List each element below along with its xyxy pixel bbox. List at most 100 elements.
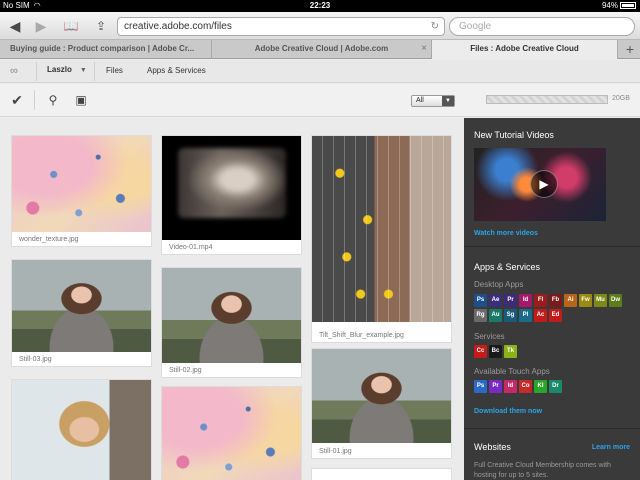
app-icon-ed[interactable]: Ed [549, 309, 562, 322]
websites-title: Websites [474, 442, 511, 452]
file-name: Still-03.jpg [19, 356, 52, 363]
app-icon-kl[interactable]: Kl [534, 380, 547, 393]
websites-description: Full Creative Cloud Membership comes wit… [474, 462, 611, 479]
tutorials-title: New Tutorial Videos [474, 130, 554, 140]
file-thumbnail [312, 136, 451, 322]
app-icon-id[interactable]: Id [519, 294, 532, 307]
close-icon[interactable]: × [421, 40, 427, 58]
battery-indicator: 94% [602, 1, 636, 10]
username: Laszlo [47, 65, 72, 74]
file-thumbnail [162, 387, 301, 480]
nav-apps-services[interactable]: Apps & Services [147, 66, 206, 75]
file-card[interactable] [311, 468, 452, 480]
file-card[interactable] [161, 386, 302, 480]
cc-header: ∞ Laszlo ▼ Files Apps & Services [0, 60, 640, 83]
reload-icon[interactable]: ↻ [431, 18, 439, 35]
app-icon-pr[interactable]: Pr [489, 380, 502, 393]
storage-meter [486, 95, 608, 104]
new-tab-plus-icon[interactable]: + [620, 40, 640, 59]
learn-more-link[interactable]: Learn more [592, 444, 630, 451]
address-bar[interactable]: creative.adobe.com/files ↻ [117, 17, 445, 36]
app-icon-ps[interactable]: Ps [474, 294, 487, 307]
tutorial-video-thumbnail[interactable]: ▶ [474, 148, 606, 221]
share-icon[interactable]: ⇪ [90, 16, 112, 36]
divider [36, 62, 37, 81]
file-card[interactable]: Still-02.jpg [161, 267, 302, 378]
status-bar: No SIM ◠ 22:23 94% [0, 0, 640, 12]
url-text: creative.adobe.com/files [124, 21, 232, 32]
file-card[interactable]: Still-03.jpg [11, 259, 152, 367]
app-icon-co[interactable]: Co [519, 380, 532, 393]
app-icon-au[interactable]: Au [489, 309, 502, 322]
app-icon-id[interactable]: Id [504, 380, 517, 393]
battery-icon [620, 2, 636, 9]
app-icon-fl[interactable]: Fl [534, 294, 547, 307]
watch-more-link[interactable]: Watch more videos [474, 230, 538, 237]
app-icon-cc[interactable]: Cc [474, 345, 487, 358]
file-thumbnail [12, 380, 151, 480]
divider [94, 62, 95, 81]
divider [464, 428, 640, 429]
storage-label: 20GB [612, 95, 630, 102]
file-card[interactable]: Still-01.jpg [311, 348, 452, 459]
file-card[interactable] [11, 379, 152, 480]
download-link[interactable]: Download them now [474, 408, 542, 415]
app-icon-tk[interactable]: Tk [504, 345, 517, 358]
file-name: wonder_texture.jpg [19, 236, 79, 243]
app-icon-ae[interactable]: Ae [489, 294, 502, 307]
nav-files[interactable]: Files [106, 66, 123, 75]
file-thumbnail [312, 349, 451, 443]
file-card[interactable]: wonder_texture.jpg [11, 135, 152, 247]
desktop-apps-label: Desktop Apps [474, 280, 524, 289]
file-grid: wonder_texture.jpg Still-03.jpg Video-01… [0, 118, 464, 480]
app-icon-mu[interactable]: Mu [594, 294, 607, 307]
app-icon-pr[interactable]: Pr [504, 294, 517, 307]
file-thumbnail [162, 268, 301, 363]
file-card[interactable]: Video-01.mp4 [161, 135, 302, 255]
tab-files[interactable]: Files : Adobe Creative Cloud [432, 40, 618, 59]
touch-apps-label: Available Touch Apps [474, 367, 550, 376]
app-icon-fw[interactable]: Fw [579, 294, 592, 307]
search-icon[interactable]: ⚲ [44, 91, 62, 109]
app-icon-dw[interactable]: Dw [609, 294, 622, 307]
app-icon-fb[interactable]: Fb [549, 294, 562, 307]
filter-value: All [416, 97, 424, 104]
services-label: Services [474, 332, 505, 341]
file-card[interactable]: Tilt_Shift_Blur_example.jpg [311, 135, 452, 343]
file-name: Still-01.jpg [319, 448, 352, 455]
chevron-down-icon: ▼ [442, 96, 454, 106]
app-icon-dr[interactable]: Dr [549, 380, 562, 393]
creative-cloud-logo-icon[interactable]: ∞ [10, 65, 24, 77]
file-name: Video-01.mp4 [169, 244, 213, 251]
apps-title: Apps & Services [474, 262, 541, 272]
app-icon-ps[interactable]: Ps [474, 380, 487, 393]
services-list: Cc Bc Tk [474, 345, 634, 358]
user-menu[interactable]: Laszlo ▼ [47, 65, 87, 74]
select-checkmark-icon[interactable]: ✔ [8, 91, 26, 109]
tab-adobe-cc[interactable]: Adobe Creative Cloud | Adobe.com × [212, 40, 432, 59]
file-thumbnail [12, 260, 151, 352]
app-icon-ai[interactable]: Ai [564, 294, 577, 307]
app-icon-ac[interactable]: Ac [534, 309, 547, 322]
tab-buying-guide[interactable]: Buying guide : Product comparison | Adob… [0, 40, 212, 59]
desktop-apps-list: Ps Ae Pr Id Fl Fb Ai Fw Mu Dw Rg Au Sg Pl Ac Ed [474, 294, 634, 322]
app-icon-pl[interactable]: Pl [519, 309, 532, 322]
app-icon-bc[interactable]: Bc [489, 345, 502, 358]
divider [34, 90, 35, 110]
chevron-down-icon: ▼ [79, 67, 87, 74]
file-name: Still-02.jpg [169, 367, 202, 374]
search-input[interactable]: Google [449, 17, 635, 36]
bookmarks-book-icon[interactable]: 📖 [60, 16, 82, 36]
tab-bar: Buying guide : Product comparison | Adob… [0, 40, 640, 59]
sidebar: New Tutorial Videos ▶ Watch more videos … [464, 118, 640, 480]
file-filter-select[interactable]: All ▼ [411, 95, 455, 107]
app-icon-sg[interactable]: Sg [504, 309, 517, 322]
app-icon-rg[interactable]: Rg [474, 309, 487, 322]
tab-label: Adobe Creative Cloud | Adobe.com [254, 44, 389, 53]
add-folder-icon[interactable]: ▣ [72, 91, 90, 109]
divider [464, 246, 640, 247]
forward-arrow-icon[interactable]: ▶ [30, 16, 52, 36]
file-name: Tilt_Shift_Blur_example.jpg [319, 332, 404, 339]
play-icon[interactable]: ▶ [530, 170, 558, 198]
back-arrow-icon[interactable]: ◀ [4, 16, 26, 36]
